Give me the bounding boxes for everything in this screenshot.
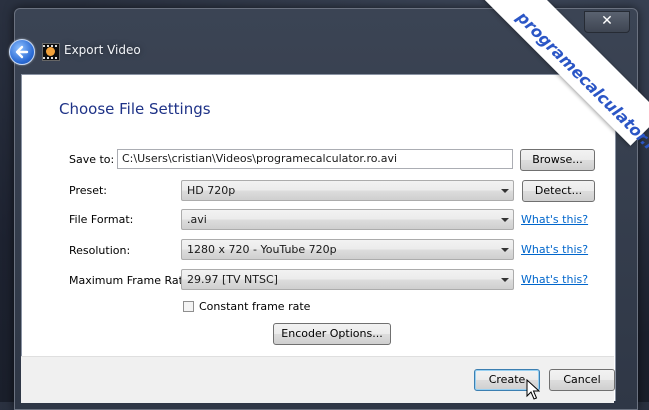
save-to-label: Save to: (69, 153, 115, 166)
frame-rate-dropdown[interactable]: 29.97 [TV NTSC] (181, 269, 514, 290)
frame-rate-value: 29.97 [TV NTSC] (187, 273, 278, 286)
resolution-dropdown[interactable]: 1280 x 720 - YouTube 720p (181, 239, 514, 260)
film-star-icon (42, 43, 60, 61)
page-title: Choose File Settings (59, 100, 211, 118)
mouse-pointer-icon (526, 379, 540, 400)
file-format-value: .avi (187, 213, 207, 226)
detect-button[interactable]: Detect... (522, 180, 595, 202)
frame-rate-label: Maximum Frame Rate: (69, 274, 194, 287)
dialog-content (21, 74, 616, 401)
cancel-button[interactable]: Cancel (549, 369, 615, 391)
save-to-value: C:\Users\cristian\Videos\programecalcula… (122, 152, 398, 165)
encoder-options-button[interactable]: Encoder Options... (273, 323, 391, 345)
file-format-help-link[interactable]: What's this? (521, 213, 588, 226)
constant-frame-rate-checkbox[interactable] (183, 301, 194, 312)
preset-dropdown[interactable]: HD 720p (181, 180, 514, 201)
window-title: Export Video (64, 43, 141, 57)
constant-frame-rate-label: Constant frame rate (199, 300, 311, 313)
close-window-button[interactable]: ✕ (584, 11, 630, 33)
chevron-down-icon (501, 278, 509, 282)
save-to-field[interactable]: C:\Users\cristian\Videos\programecalcula… (117, 149, 513, 169)
resolution-help-link[interactable]: What's this? (521, 243, 588, 256)
chevron-down-icon (501, 218, 509, 222)
resolution-value: 1280 x 720 - YouTube 720p (187, 243, 337, 256)
chevron-down-icon (501, 248, 509, 252)
preset-label: Preset: (69, 184, 108, 197)
frame-rate-help-link[interactable]: What's this? (521, 273, 588, 286)
file-format-dropdown[interactable]: .avi (181, 209, 514, 230)
preset-value: HD 720p (187, 184, 236, 197)
file-format-label: File Format: (69, 213, 134, 226)
resolution-label: Resolution: (69, 244, 131, 257)
chevron-down-icon (501, 189, 509, 193)
browse-button[interactable]: Browse... (520, 149, 595, 171)
back-arrow-icon (15, 45, 29, 59)
close-icon: ✕ (601, 13, 613, 29)
back-button[interactable] (9, 39, 35, 65)
